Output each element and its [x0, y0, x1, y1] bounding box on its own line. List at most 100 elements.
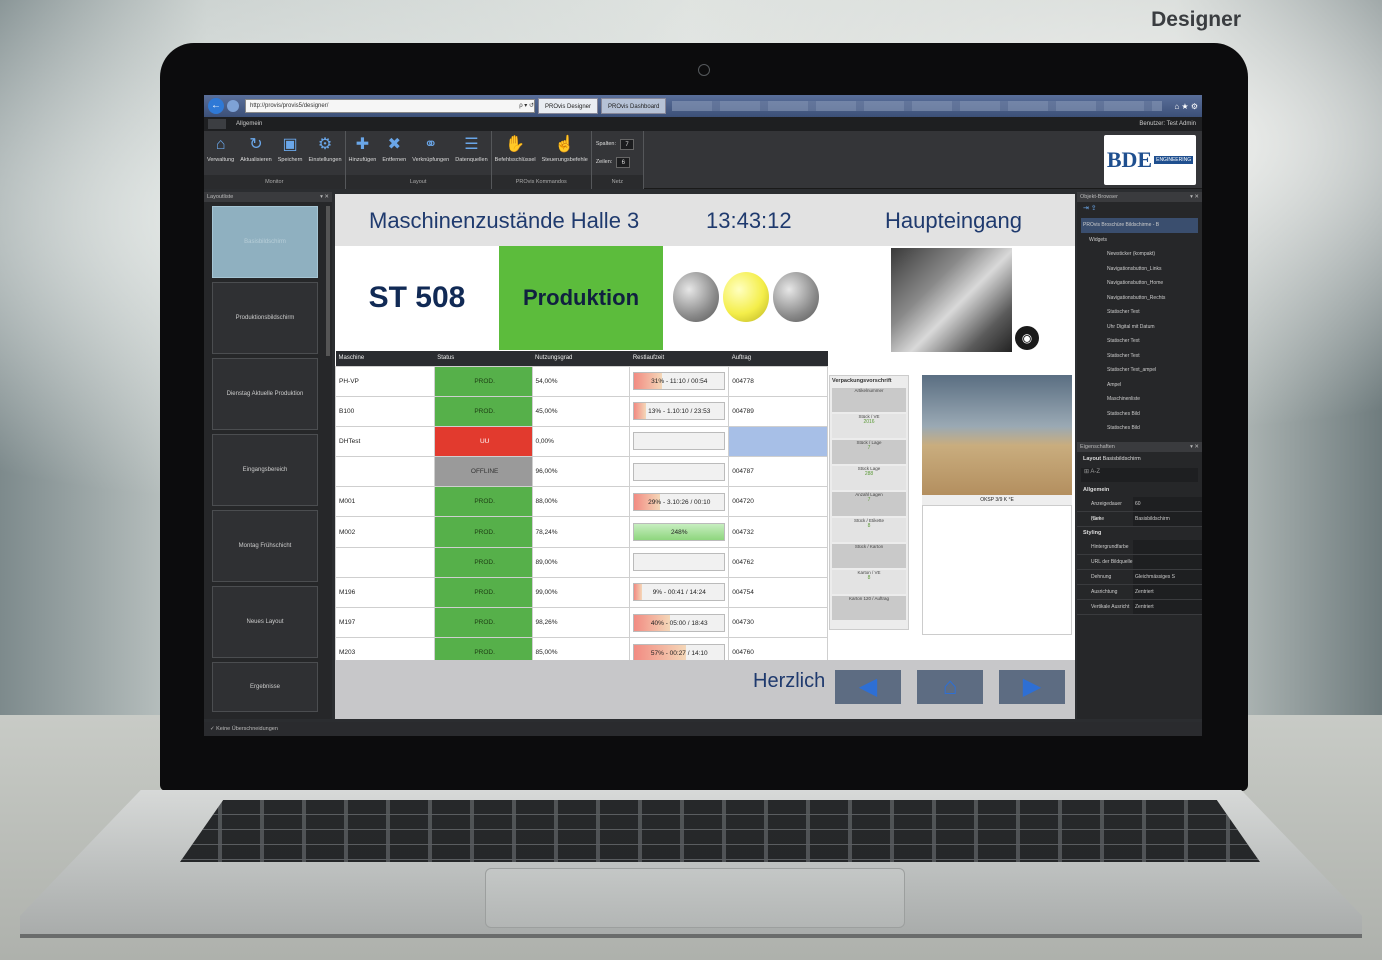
- property-value[interactable]: [1133, 539, 1202, 554]
- spalten-input[interactable]: 7: [620, 138, 634, 150]
- tree-item[interactable]: Statischer Text: [1081, 349, 1198, 364]
- layout-item[interactable]: Montag Frühschicht: [212, 510, 318, 582]
- layout-item[interactable]: Basisbildschirm: [212, 206, 318, 278]
- zeilen-input[interactable]: 6: [616, 156, 631, 168]
- brand-label: Designer: [1151, 8, 1241, 31]
- property-row[interactable]: URL der Bildquelle: [1077, 554, 1202, 570]
- spalten-row: Spalten: 7: [592, 135, 643, 153]
- cell-machine: [335, 456, 435, 488]
- progress-text: 9% - 00:41 / 14:24: [652, 589, 706, 597]
- tree-item[interactable]: Statisches Bild: [1081, 407, 1198, 422]
- section-allgemein[interactable]: Allgemein: [1077, 484, 1202, 497]
- nav-home-button[interactable]: ⌂: [917, 670, 983, 704]
- tree-item[interactable]: Widgets: [1081, 233, 1198, 248]
- panel-pin-icon[interactable]: ▾ ✕: [320, 192, 329, 202]
- tab-provis-designer[interactable]: PROvis Designer: [538, 98, 599, 114]
- cell-machine: B100: [335, 395, 435, 427]
- cell-usage: 0,00%: [531, 425, 631, 458]
- nav-left-button[interactable]: ◀: [835, 670, 901, 704]
- expand-icon[interactable]: ⇥ ⇪: [1083, 205, 1097, 212]
- light-yellow-icon: [723, 272, 769, 322]
- property-row[interactable]: Dehnung Gleichmässiges S: [1077, 569, 1202, 585]
- tree-item[interactable]: Navigationsbutton_Links: [1081, 262, 1198, 277]
- address-bar[interactable]: http://provis/provis5/designer/ρ ▾ ↺: [245, 99, 535, 113]
- tree-item[interactable]: Uhr Digital mit Datum: [1081, 320, 1198, 335]
- property-row[interactable]: Vertikale Ausricht Zentriert: [1077, 599, 1202, 615]
- einstellungen-button[interactable]: ⚙ Einstellungen: [306, 135, 345, 175]
- property-value[interactable]: Zentriert: [1133, 599, 1202, 614]
- progress-bar: 29% - 3.10:26 / 00:10: [633, 492, 726, 511]
- tree-item[interactable]: Statisches Bild: [1081, 421, 1198, 436]
- panel-pin-icon[interactable]: ▾ ✕: [1190, 442, 1199, 452]
- aktualisieren-button[interactable]: ↻ Aktualisieren: [237, 135, 275, 175]
- tree-item[interactable]: Maschinenliste: [1081, 392, 1198, 407]
- layout-canvas[interactable]: Maschinenzustände Halle 3 13:43:12 Haupt…: [335, 194, 1075, 719]
- tree-item[interactable]: Navigationsbutton_Rechts: [1081, 291, 1198, 306]
- layout-item[interactable]: Neues Layout: [212, 586, 318, 658]
- property-value[interactable]: [1133, 554, 1202, 569]
- progress-bar: 40% - 05:00 / 18:43: [633, 613, 726, 632]
- layout-list-title: Layoutliste: [207, 194, 234, 200]
- layout-item[interactable]: Dienstag Aktuelle Produktion: [212, 358, 318, 430]
- props-search-input[interactable]: ⊞ A-Z: [1081, 467, 1198, 482]
- property-value[interactable]: Basisbildschirm: [1133, 511, 1202, 526]
- layout-item[interactable]: Eingangsbereich: [212, 434, 318, 506]
- cell-remaining: [629, 546, 730, 578]
- panel-pin-icon[interactable]: ▾ ✕: [1190, 192, 1199, 202]
- tree-item[interactable]: Ampel: [1081, 378, 1198, 393]
- tree-item[interactable]: Newsticker (kompakt): [1081, 247, 1198, 262]
- status-bar: ✓ Keine Überschneidungen: [204, 722, 1202, 736]
- forward-arrow-icon[interactable]: [227, 100, 239, 112]
- cell-order: 004730: [728, 606, 828, 639]
- table-row[interactable]: M001 PROD. 88,00% 29% - 3.10:26 / 00:10 0047…: [335, 486, 828, 518]
- progress-bar: [633, 462, 726, 481]
- tab-allgemein[interactable]: Allgemein: [236, 121, 262, 127]
- back-arrow-icon[interactable]: ←: [208, 98, 224, 114]
- table-row[interactable]: B100 PROD. 45,00% 13% - 1.10:10 / 23:53 0047…: [335, 395, 828, 427]
- progress-bar: [633, 432, 726, 451]
- app-menu-button[interactable]: [208, 119, 226, 129]
- property-row[interactable]: Anzeigedauer (Sek 60: [1077, 496, 1202, 522]
- layout-item[interactable]: Ergebnisse: [212, 662, 318, 712]
- cell-remaining: 9% - 00:41 / 14:24: [629, 576, 730, 609]
- befehlsschluessel-button[interactable]: ✋ Befehlsschlüssel: [492, 135, 539, 175]
- steuerungsbefehle-button[interactable]: ☝ Steuerungsbefehle: [539, 135, 591, 175]
- property-value[interactable]: Gleichmässiges S: [1133, 569, 1202, 584]
- table-row[interactable]: PROD. 89,00% 004762: [335, 546, 828, 578]
- tree-item[interactable]: Navigationsbutton_Home: [1081, 276, 1198, 291]
- speichern-button[interactable]: ▣ Speichern: [275, 135, 306, 175]
- scrollbar[interactable]: [326, 206, 330, 356]
- cell-usage: 45,00%: [531, 395, 631, 427]
- cell-usage: 89,00%: [531, 546, 631, 578]
- property-value[interactable]: 60: [1133, 496, 1202, 511]
- verwaltung-button[interactable]: ⌂ Verwaltung: [204, 135, 237, 175]
- cell-status: UU: [433, 425, 533, 458]
- property-row[interactable]: Hintergrundfarbe: [1077, 539, 1202, 555]
- table-row[interactable]: M002 PROD. 78,24% 248% 004732: [335, 516, 828, 548]
- property-row[interactable]: Name Basisbildschirm: [1077, 511, 1202, 527]
- tree-item[interactable]: Statischer Text_ampel: [1081, 363, 1198, 378]
- table-row[interactable]: PH-VP PROD. 54,00% 31% - 11:10 / 00:54 00477…: [335, 365, 828, 397]
- table-row[interactable]: DHTest UU 0,00%: [335, 425, 828, 458]
- tab-provis-dashboard[interactable]: PROvis Dashboard: [601, 98, 667, 114]
- tree-item[interactable]: Statischer Text: [1081, 334, 1198, 349]
- table-row[interactable]: OFFLINE 96,00% 004787: [335, 456, 828, 488]
- table-row[interactable]: M196 PROD. 99,00% 9% - 00:41 / 14:24 004754: [335, 576, 828, 609]
- property-row[interactable]: Ausrichtung Zentriert: [1077, 584, 1202, 600]
- home-star-gear-icon[interactable]: ⌂ ★ ⚙: [1162, 102, 1202, 111]
- cell-order: 004789: [728, 395, 828, 427]
- nav-right-button[interactable]: ▶: [999, 670, 1065, 704]
- screen: ← http://provis/provis5/designer/ρ ▾ ↺ P…: [204, 95, 1202, 736]
- tree-item[interactable]: PROvis Broschüre Bildschirme - B: [1081, 218, 1198, 233]
- tree-item[interactable]: Statischer Text: [1081, 305, 1198, 320]
- verknuepfungen-button[interactable]: ⚭ Verknüpfungen: [409, 135, 452, 175]
- entfernen-button[interactable]: ✖ Entfernen: [379, 135, 409, 175]
- hinzufuegen-button[interactable]: ✚ Hinzufügen: [346, 135, 380, 175]
- property-value[interactable]: Zentriert: [1133, 584, 1202, 599]
- search-icon[interactable]: ρ ▾ ↺: [519, 100, 534, 112]
- cell-order: 004732: [728, 516, 828, 548]
- section-styling[interactable]: Styling: [1077, 527, 1202, 540]
- table-row[interactable]: M197 PROD. 98,26% 40% - 05:00 / 18:43 004730: [335, 606, 828, 639]
- datenquellen-button[interactable]: ☰ Datenquellen: [452, 135, 490, 175]
- layout-item[interactable]: Produktionsbildschirm: [212, 282, 318, 354]
